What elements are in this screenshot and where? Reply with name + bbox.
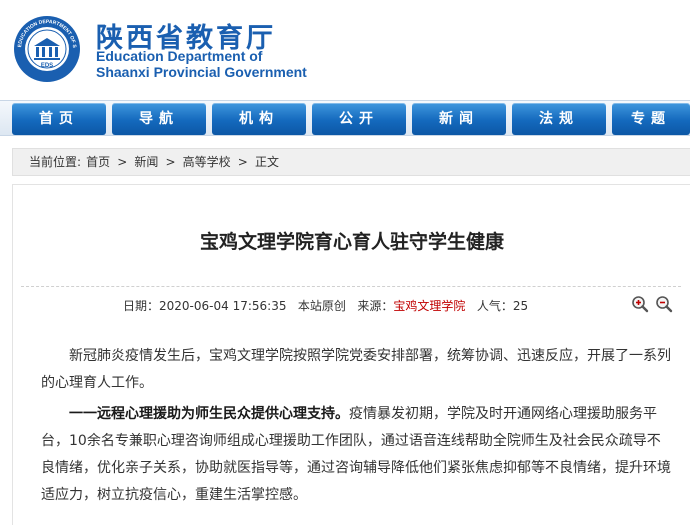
article-origin: 本站原创 (297, 299, 346, 313)
meta-divider (21, 286, 681, 287)
emblem-seal-icon[interactable]: EDS EDUCATION DEPARTMENT OF SHAANXI (12, 14, 82, 84)
logo-center-text: EDS (41, 63, 53, 69)
views-label: 人气： (476, 299, 513, 313)
main-nav: 首页 导航 机构 公开 新闻 法规 专题 (0, 100, 690, 136)
date-label: 日期： (123, 299, 160, 313)
site-header: EDS EDUCATION DEPARTMENT OF SHAANXI 陕西省教… (0, 0, 690, 98)
zoom-out-icon[interactable] (655, 295, 673, 313)
article-title: 宝鸡文理学院育心育人驻守学生健康 (199, 231, 504, 253)
breadcrumb-item-news[interactable]: 新闻 (134, 155, 158, 169)
breadcrumb-item-higher-education[interactable]: 高等学校 (183, 155, 231, 169)
nav-item-organization[interactable]: 机构 (212, 103, 306, 135)
breadcrumb-separator: > (237, 155, 248, 169)
article-container: 宝鸡文理学院育心育人驻守学生健康 日期：2020-06-04 17:56:35 … (12, 184, 690, 525)
nav-item-guide[interactable]: 导航 (112, 103, 206, 135)
nav-item-home[interactable]: 首页 (12, 103, 106, 135)
source-label: 来源： (357, 299, 394, 313)
zoom-in-icon[interactable] (631, 295, 649, 313)
breadcrumb-item-home[interactable]: 首页 (86, 155, 110, 169)
org-name-en-line1: Education Department of (96, 48, 263, 64)
breadcrumb-separator: > (165, 155, 176, 169)
org-name-en-line2: Shaanxi Provincial Government (96, 64, 307, 80)
nav-item-topics[interactable]: 专题 (612, 103, 690, 135)
nav-item-regulations[interactable]: 法规 (512, 103, 606, 135)
article-date: 2020-06-04 17:56:35 (159, 299, 287, 313)
breadcrumb-separator: > (117, 155, 128, 169)
breadcrumb-item-article: 正文 (254, 155, 279, 169)
article-paragraph-1: 新冠肺炎疫情发生后，宝鸡文理学院按照学院党委安排部署，统筹协调、迅速反应，开展了… (41, 348, 671, 391)
breadcrumb-prefix: 当前位置: (29, 155, 82, 169)
article-source[interactable]: 宝鸡文理学院 (393, 299, 465, 313)
article-views: 25 (512, 299, 529, 313)
nav-item-disclosure[interactable]: 公开 (312, 103, 406, 135)
breadcrumb: 当前位置: 首页 > 新闻 > 高等学校 > 正文 (12, 148, 690, 176)
paragraph-2-lead: 一一远程心理援助为师生民众提供心理支持。 (69, 406, 349, 422)
article-meta: 日期：2020-06-04 17:56:35 本站原创 来源：宝鸡文理学院 人气… (123, 297, 528, 314)
nav-item-news[interactable]: 新闻 (412, 103, 506, 135)
article-paragraph-2: 一一远程心理援助为师生民众提供心理支持。疫情暴发初期，学院及时开通网络心理援助服… (41, 401, 671, 509)
